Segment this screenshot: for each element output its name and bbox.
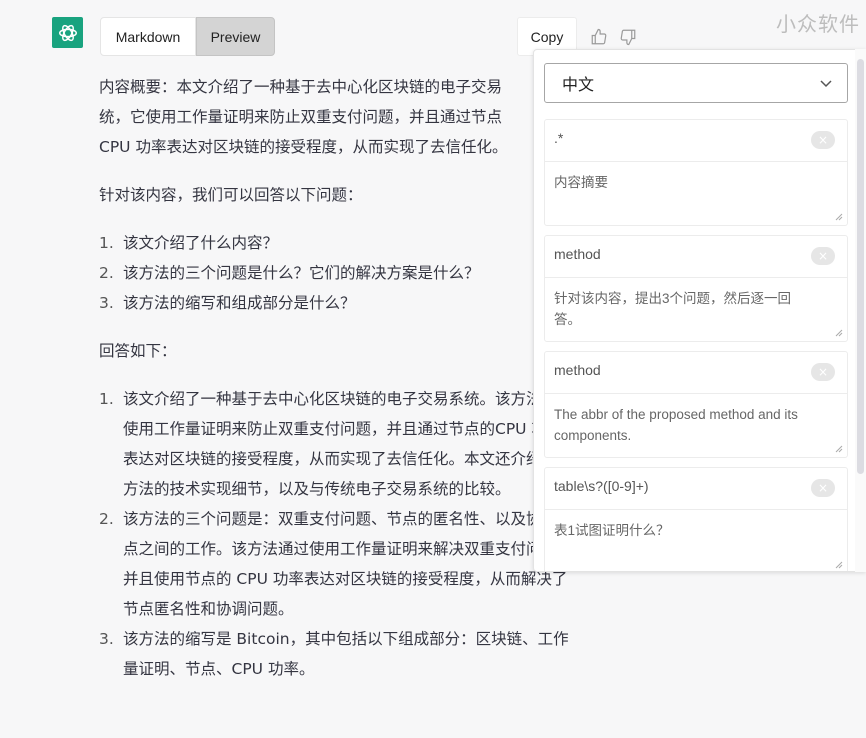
clear-icon[interactable]: × xyxy=(811,363,835,381)
list-item: 2. 该方法的三个问题是：双重支付问题、节点的匿名性、以及协调节点之间的工作。该方… xyxy=(99,504,577,624)
list-text: 该方法的缩写和组成部分是什么？ xyxy=(123,294,356,312)
scrollbar-thumb[interactable] xyxy=(857,59,864,474)
summary-line: 内容概要：本文介绍了一种基于去中心化区块链的电子交易 xyxy=(99,78,503,96)
questions-intro: 针对该内容，我们可以回答以下问题： xyxy=(99,186,363,204)
chatgpt-response-page: Markdown Preview Copy 小众软件 内容概要：本文介绍了一种基… xyxy=(0,0,866,738)
summary-line: 统，它使用工作量证明来防止双重支付问题，并且通过节点 xyxy=(99,108,503,126)
pattern-input[interactable]: table\s?([0-9]+) xyxy=(545,468,847,510)
pattern-input[interactable]: method xyxy=(545,352,847,394)
clear-icon[interactable]: × xyxy=(811,479,835,497)
resize-handle-icon[interactable] xyxy=(835,213,843,221)
prompt-rule: table\s?([0-9]+) × 表1试图证明什么？ xyxy=(544,467,848,571)
prompt-textarea[interactable]: The abbr of the proposed method and its … xyxy=(545,394,847,457)
pattern-input[interactable]: .* xyxy=(545,120,847,162)
list-item: 2. 该方法的三个问题是什么？它们的解决方案是什么？ xyxy=(99,258,569,288)
list-number: 1. xyxy=(99,390,114,408)
summary-line: CPU 功率表达对区块链的接受程度，从而实现了去信任化。 xyxy=(99,138,508,156)
list-number: 3. xyxy=(99,294,114,312)
pattern-input[interactable]: method xyxy=(545,236,847,278)
resize-handle-icon[interactable] xyxy=(835,445,843,453)
prompt-rule: .* × 内容摘要 xyxy=(544,119,848,226)
list-number: 1. xyxy=(99,234,114,252)
list-number: 2. xyxy=(99,510,114,528)
list-text: 该方法的三个问题是：双重支付问题、节点的匿名性、以及协调节点之间的工作。该方法通… xyxy=(123,510,573,618)
panel-scrollbar[interactable] xyxy=(855,49,866,572)
chevron-down-icon xyxy=(820,80,832,88)
list-number: 2. xyxy=(99,264,114,282)
watermark: 小众软件 xyxy=(776,12,860,36)
answers-list: 1. 该文介绍了一种基于去中心化区块链的电子交易系统。该方法通过使用工作量证明来防… xyxy=(99,384,577,684)
resize-handle-icon[interactable] xyxy=(835,329,843,337)
thumbs-up-icon[interactable] xyxy=(590,28,608,46)
list-number: 3. xyxy=(99,630,114,648)
list-item: 3. 该方法的缩写是 Bitcoin，其中包括以下组成部分：区块链、工作量证明、节… xyxy=(99,624,577,684)
resize-handle-icon[interactable] xyxy=(835,561,843,569)
thumbs-down-icon[interactable] xyxy=(619,28,637,46)
questions-list: 1. 该文介绍了什么内容？ 2. 该方法的三个问题是什么？它们的解决方案是什么？ 3… xyxy=(99,228,569,318)
prompt-rule: method × The abbr of the proposed method… xyxy=(544,351,848,458)
language-select-value: 中文 xyxy=(562,75,595,94)
list-item: 3. 该方法的缩写和组成部分是什么？ xyxy=(99,288,569,318)
markdown-tab[interactable]: Markdown xyxy=(100,17,196,56)
preview-tab[interactable]: Preview xyxy=(196,17,275,56)
response-content: 内容概要：本文介绍了一种基于去中心化区块链的电子交易 统，它使用工作量证明来防止… xyxy=(99,72,573,702)
list-text: 该方法的三个问题是什么？它们的解决方案是什么？ xyxy=(123,264,480,282)
prompt-textarea[interactable]: 表1试图证明什么？ xyxy=(545,510,847,571)
list-text: 该文介绍了一种基于去中心化区块链的电子交易系统。该方法通过使用工作量证明来防止双… xyxy=(123,390,573,498)
list-item: 1. 该文介绍了什么内容？ xyxy=(99,228,569,258)
list-text: 该文介绍了什么内容？ xyxy=(123,234,279,252)
prompt-textarea[interactable]: 针对该内容，提出3个问题，然后逐一回答。 xyxy=(545,278,847,341)
list-item: 1. 该文介绍了一种基于去中心化区块链的电子交易系统。该方法通过使用工作量证明来防… xyxy=(99,384,577,504)
clear-icon[interactable]: × xyxy=(811,131,835,149)
prompt-rule: method × 针对该内容，提出3个问题，然后逐一回答。 xyxy=(544,235,848,342)
answers-intro: 回答如下： xyxy=(99,342,177,360)
clear-icon[interactable]: × xyxy=(811,247,835,265)
chatgpt-logo-icon xyxy=(52,17,83,48)
view-mode-toggle: Markdown Preview xyxy=(100,17,275,56)
language-select[interactable]: 中文 xyxy=(544,63,848,103)
prompt-rules-panel: 中文 .* × 内容摘要 method × 针对该内容，提出3个问题，然后逐一回… xyxy=(533,49,866,572)
summary-paragraph: 内容概要：本文介绍了一种基于去中心化区块链的电子交易 统，它使用工作量证明来防止… xyxy=(99,72,569,162)
list-text: 该方法的缩写是 Bitcoin，其中包括以下组成部分：区块链、工作量证明、节点、… xyxy=(123,630,569,678)
prompt-textarea[interactable]: 内容摘要 xyxy=(545,162,847,225)
